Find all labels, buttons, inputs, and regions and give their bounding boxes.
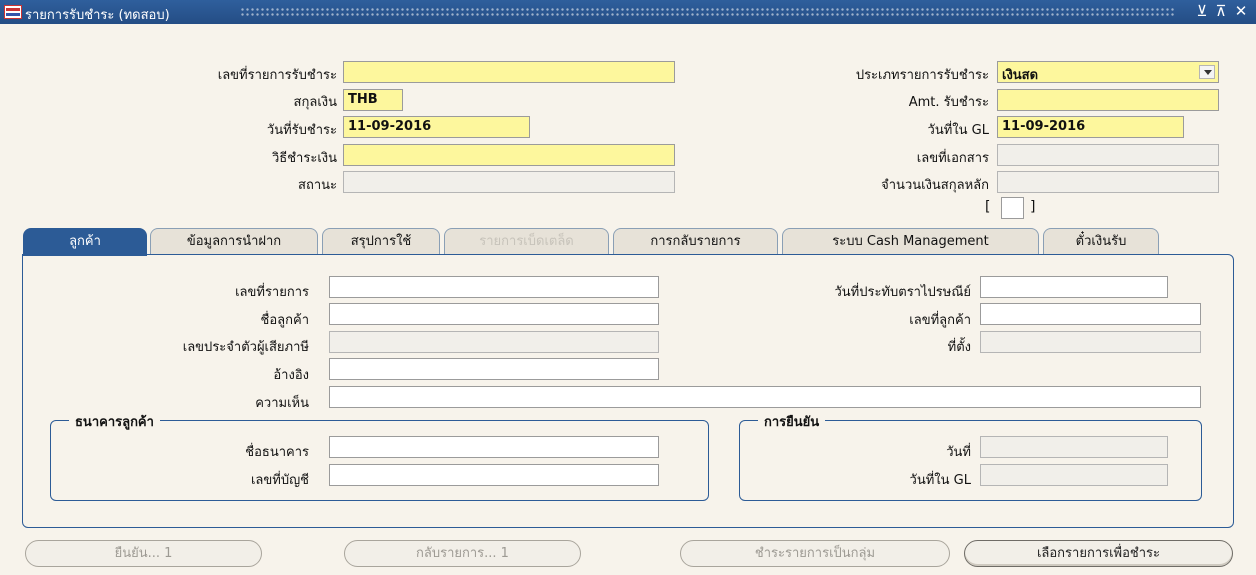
tab-miscellaneous: รายการเบ็ดเตล็ด (444, 228, 609, 255)
reference-label: อ้างอิง (273, 368, 309, 383)
confirmation-gl-date-label: วันที่ใน GL (909, 473, 971, 488)
customer-name-field[interactable] (329, 303, 659, 325)
close-icon[interactable]: ✕ (1232, 2, 1250, 20)
maximize-icon[interactable]: ⊼ (1212, 2, 1230, 20)
bracket-close: ] (1030, 199, 1036, 215)
taxpayer-id-label: เลขประจำตัวผู้เสียภาษี (182, 340, 309, 355)
customer-number-field[interactable] (980, 303, 1201, 325)
functional-amount-field (997, 171, 1219, 193)
gl-date-label: วันที่ใน GL (927, 123, 989, 138)
window-titlebar: รายการรับชำระ (ทดสอบ) ⊻ ⊼ ✕ (0, 0, 1256, 24)
confirmation-group-title: การยืนยัน (758, 411, 826, 432)
postmark-date-field[interactable] (980, 276, 1168, 298)
customer-bank-group-title: ธนาคารลูกค้า (69, 411, 160, 432)
document-number-label: เลขที่เอกสาร (916, 151, 989, 166)
amount-label: Amt. รับชำระ (908, 95, 989, 110)
receipt-type-value: เงินสด (1002, 68, 1039, 83)
currency-field[interactable]: THB (343, 89, 403, 111)
minimize-icon[interactable]: ⊻ (1193, 2, 1211, 20)
gl-date-field[interactable]: 11-09-2016 (997, 116, 1184, 138)
receipt-number-field[interactable] (343, 61, 675, 83)
tab-reversal[interactable]: การกลับรายการ (613, 228, 778, 255)
amount-field[interactable] (997, 89, 1219, 111)
functional-amount-label: จำนวนเงินสกุลหลัก (881, 178, 989, 193)
tab-deposit-info[interactable]: ข้อมูลการนำฝาก (150, 228, 318, 255)
confirmation-date-field (980, 436, 1168, 458)
receipt-number-label: เลขที่รายการรับชำระ (217, 68, 337, 83)
oracle-logo-icon (4, 5, 22, 19)
status-field (343, 171, 675, 193)
comments-field[interactable] (329, 386, 1201, 408)
chevron-down-icon[interactable] (1199, 65, 1215, 79)
bank-name-field[interactable] (329, 436, 659, 458)
batch-apply-button: ชำระรายการเป็นกลุ่ม (680, 540, 950, 567)
descriptive-flexfield[interactable] (1001, 197, 1024, 219)
customer-number-label: เลขที่ลูกค้า (909, 313, 971, 328)
location-label: ที่ตั้ง (947, 340, 971, 355)
reference-field[interactable] (329, 358, 659, 380)
bank-name-label: ชื่อธนาคาร (245, 445, 309, 460)
currency-label: สกุลเงิน (293, 95, 337, 110)
confirmation-gl-date-field (980, 464, 1168, 486)
receipt-type-select[interactable]: เงินสด (997, 61, 1219, 83)
confirmation-date-label: วันที่ (946, 445, 971, 460)
bracket-open: [ (985, 199, 991, 215)
status-label: สถานะ (298, 178, 337, 193)
customer-name-label: ชื่อลูกค้า (260, 313, 309, 328)
comments-label: ความเห็น (255, 396, 309, 411)
transaction-number-field[interactable] (329, 276, 659, 298)
window-title: รายการรับชำระ (ทดสอบ) (25, 8, 170, 23)
customer-bank-group: ธนาคารลูกค้า (50, 411, 709, 501)
tab-cash-management[interactable]: ระบบ Cash Management (782, 228, 1039, 255)
tab-bills-receivable[interactable]: ตั๋วเงินรับ (1043, 228, 1159, 255)
transaction-number-label: เลขที่รายการ (235, 285, 309, 300)
receipt-date-field[interactable]: 11-09-2016 (343, 116, 530, 138)
location-field (980, 331, 1201, 353)
select-for-payment-button[interactable]: เลือกรายการเพื่อชำระ (964, 540, 1233, 567)
payment-method-field[interactable] (343, 144, 675, 166)
receipt-date-label: วันที่รับชำระ (266, 123, 337, 138)
account-number-label: เลขที่บัญชี (250, 473, 309, 488)
tab-application-summary[interactable]: สรุปการใช้ (322, 228, 440, 255)
receipt-type-label: ประเภทรายการรับชำระ (855, 68, 989, 83)
taxpayer-id-field (329, 331, 659, 353)
confirm-button: ยืนยัน... 1 (25, 540, 262, 567)
postmark-date-label: วันที่ประทับตราไปรษณีย์ (834, 285, 971, 300)
account-number-field[interactable] (329, 464, 659, 486)
titlebar-pattern (240, 7, 1176, 17)
tab-customer[interactable]: ลูกค้า (23, 228, 147, 256)
payment-method-label: วิธีชำระเงิน (272, 151, 337, 166)
reverse-button: กลับรายการ... 1 (344, 540, 581, 567)
document-number-field (997, 144, 1219, 166)
